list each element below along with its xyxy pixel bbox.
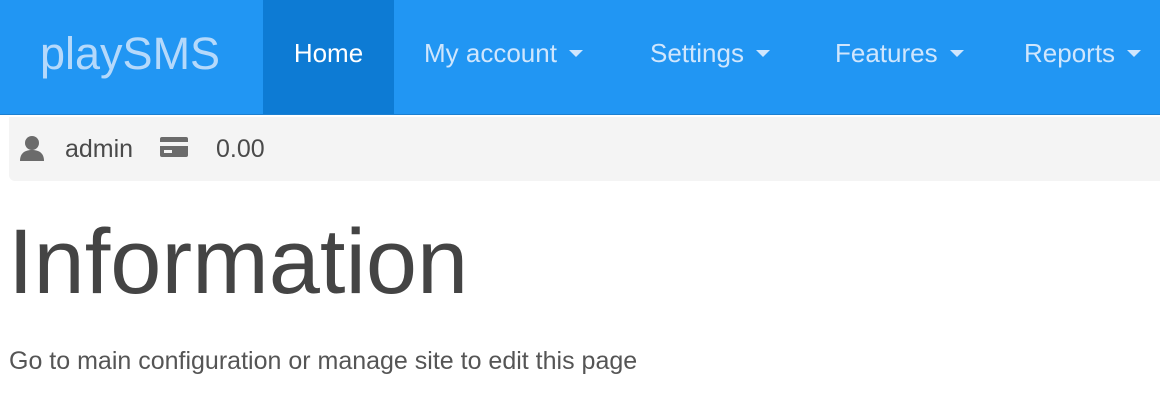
- nav-reports-label: Reports: [1024, 38, 1116, 68]
- nav-my-account[interactable]: My account: [424, 0, 583, 114]
- chevron-down-icon: [949, 49, 964, 57]
- chevron-down-icon: [755, 49, 770, 57]
- credit-card-icon: [160, 137, 188, 157]
- nav-home[interactable]: Home: [263, 0, 394, 114]
- nav-settings[interactable]: Settings: [650, 0, 770, 114]
- nav-home-label: Home: [293, 38, 364, 68]
- user-icon: [20, 136, 44, 161]
- page-title: Information: [8, 211, 469, 313]
- nav-features-label: Features: [835, 38, 938, 68]
- nav-my-account-label: My account: [424, 38, 557, 68]
- nav-reports[interactable]: Reports: [1024, 0, 1142, 114]
- chevron-down-icon: [568, 49, 583, 57]
- chevron-down-icon: [1127, 49, 1142, 57]
- username[interactable]: admin: [65, 131, 133, 167]
- brand-logo[interactable]: playSMS: [40, 24, 220, 84]
- nav-settings-label: Settings: [650, 38, 744, 68]
- top-navbar: playSMS Home My account Settings Feature…: [0, 0, 1160, 115]
- user-status-bar: admin 0.00: [9, 117, 1160, 181]
- credit-balance: 0.00: [216, 135, 265, 163]
- nav-features[interactable]: Features: [835, 0, 964, 114]
- page-description: Go to main configuration or manage site …: [9, 347, 638, 375]
